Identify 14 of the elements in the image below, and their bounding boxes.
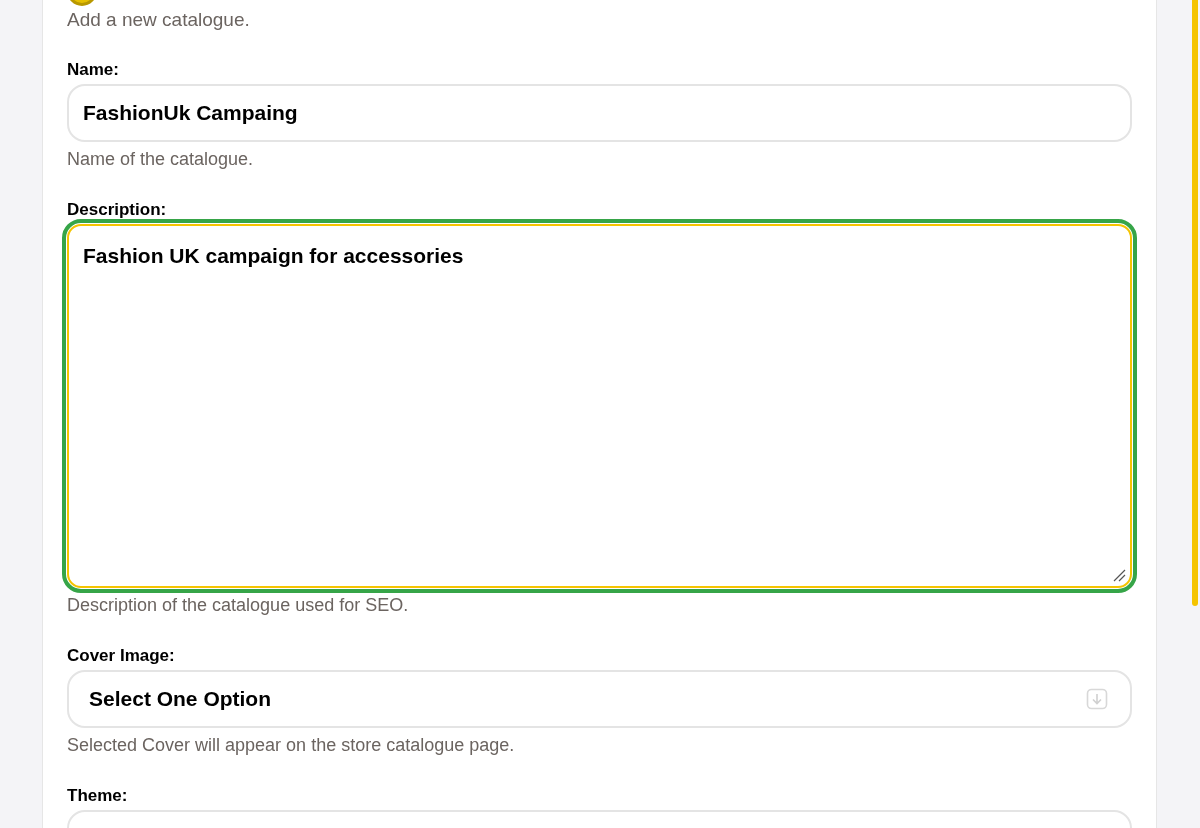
field-label: Description: [67, 200, 168, 220]
helper-text: Description of the catalogue used for SEO. [67, 594, 410, 616]
text-input[interactable]: FashionUk Campaing [67, 84, 1132, 142]
field-label: Cover Image: [67, 646, 176, 666]
select-dropdown[interactable]: Select One Option [67, 670, 1132, 728]
helper-text: Name of the catalogue. [67, 148, 255, 170]
textarea-value: Fashion UK campaign for accessories [83, 244, 464, 267]
select-value: Select One Option [89, 686, 272, 713]
resize-handle-icon [1112, 568, 1126, 582]
field-label: Name: [67, 60, 120, 80]
helper-text: Selected Cover will appear on the store catalogue page. [67, 734, 516, 756]
field-label: Theme: [67, 786, 129, 806]
scrollbar-thumb[interactable] [1192, 0, 1198, 606]
intro-text: Add a new catalogue. [67, 8, 251, 32]
